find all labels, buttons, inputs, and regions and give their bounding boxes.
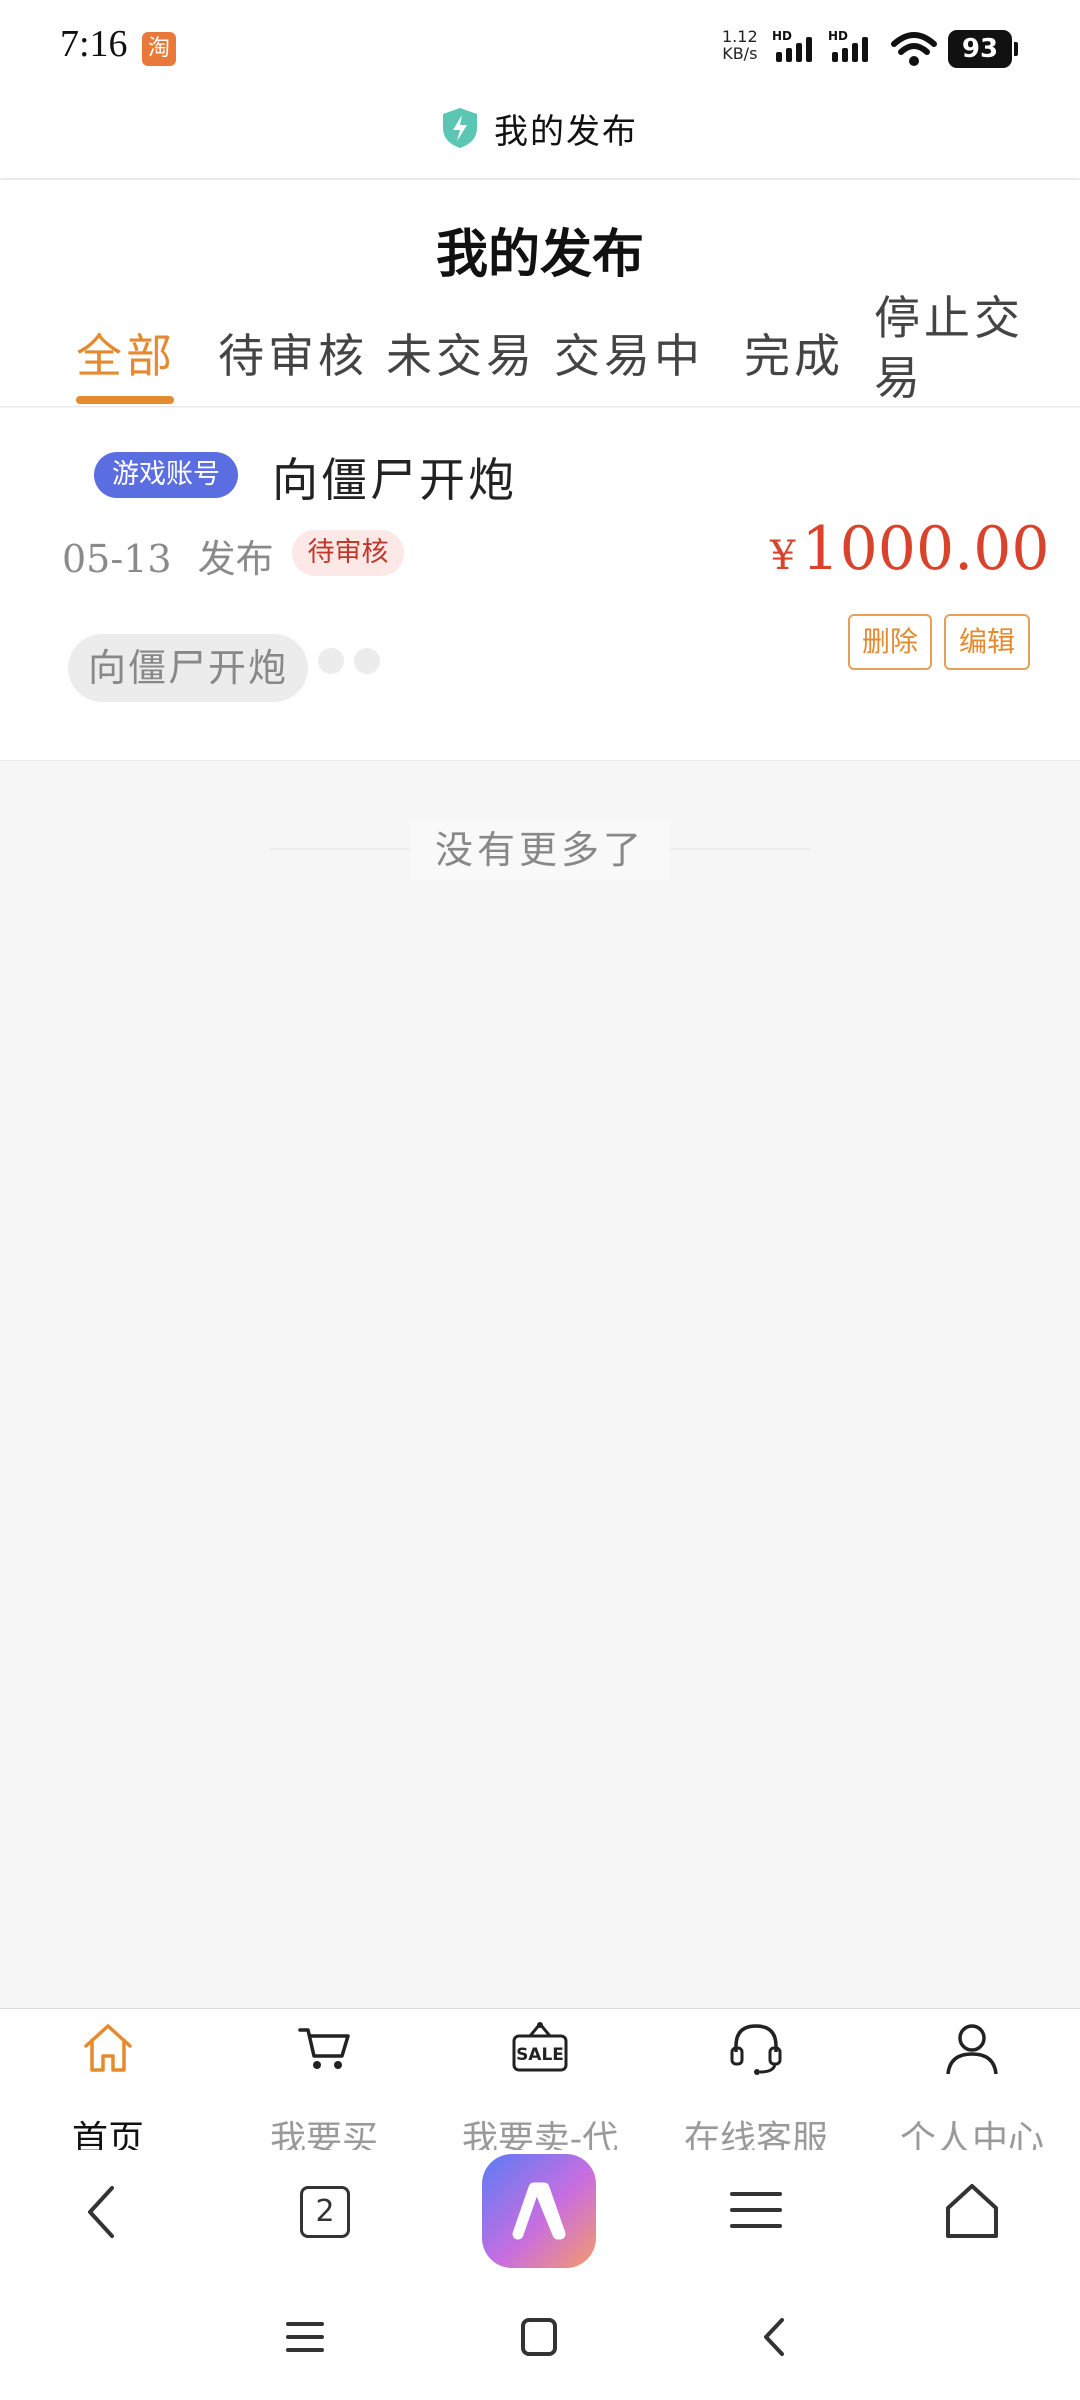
network-speed-value: 1.12 xyxy=(722,27,758,46)
divider-right xyxy=(670,848,810,850)
battery-indicator: 93 xyxy=(948,30,1018,68)
nav-home[interactable]: 首页 xyxy=(0,2018,216,2160)
wifi-icon xyxy=(891,32,937,66)
nav-sell[interactable]: SALE 我要卖-代 xyxy=(432,2018,648,2160)
network-speed: 1.12 KB/s xyxy=(722,28,758,62)
svg-text:HD: HD xyxy=(772,29,792,43)
no-more-text: 没有更多了 xyxy=(410,820,670,880)
home-icon xyxy=(84,2024,132,2072)
system-home-icon[interactable] xyxy=(504,2310,574,2364)
taobao-notification-icon: 淘 xyxy=(142,32,176,66)
listing-title: 向僵尸开炮 xyxy=(272,453,517,507)
placeholder-dot xyxy=(354,648,380,674)
tab-trading[interactable]: 交易中 xyxy=(554,320,704,386)
signal-hd-1-icon: HD xyxy=(772,29,812,62)
svg-text:SALE: SALE xyxy=(516,2045,564,2065)
system-back-icon[interactable] xyxy=(740,2310,810,2364)
browser-title-text: 我的发布 xyxy=(494,112,638,152)
listing-date: 05-13 发布 xyxy=(62,528,274,583)
network-speed-unit: KB/s xyxy=(722,44,758,63)
svg-text:HD: HD xyxy=(828,29,848,43)
nav-profile[interactable]: 个人中心 xyxy=(864,2018,1080,2160)
nav-buy[interactable]: 我要买 xyxy=(216,2018,432,2160)
tab-all[interactable]: 全部 xyxy=(76,320,176,386)
listing-date-value: 05-13 xyxy=(62,537,172,581)
tab-stopped-line1: 停止交 xyxy=(874,291,1024,345)
status-time: 7:16 xyxy=(60,23,128,65)
browser-home-icon[interactable] xyxy=(912,2170,1032,2250)
delete-button[interactable]: 删除 xyxy=(848,614,932,670)
tab-stopped[interactable]: 停止交 易 xyxy=(874,288,1024,408)
browser-back-icon[interactable] xyxy=(46,2170,166,2250)
page-title: 我的发布 xyxy=(435,225,644,285)
price-value: 1000.00 xyxy=(801,514,1050,584)
sale-tag-icon: SALE xyxy=(512,2022,568,2072)
divider-left xyxy=(270,848,410,850)
status-badge: 待审核 xyxy=(292,530,404,576)
headset-icon xyxy=(730,2024,782,2075)
ai-assistant-button[interactable] xyxy=(482,2154,596,2268)
tab-completed[interactable]: 完成 xyxy=(744,320,844,386)
cart-icon xyxy=(298,2028,350,2069)
edit-button[interactable]: 编辑 xyxy=(944,614,1030,670)
nav-support[interactable]: 在线客服 xyxy=(648,2018,864,2160)
currency-symbol: ¥ xyxy=(770,533,796,579)
ai-logo-icon xyxy=(512,2182,566,2240)
tab-not-traded[interactable]: 未交易 xyxy=(386,320,536,386)
signal-hd-2-icon: HD xyxy=(828,29,868,62)
tab-pending-review[interactable]: 待审核 xyxy=(218,320,368,386)
browser-tabs-button[interactable]: 2 xyxy=(264,2170,384,2250)
category-tag: 游戏账号 xyxy=(94,452,238,498)
placeholder-dot xyxy=(318,648,344,674)
active-tab-indicator xyxy=(76,396,174,404)
game-name-pill: 向僵尸开炮 xyxy=(68,634,308,702)
listing-price: ¥1000.00 xyxy=(770,514,1050,584)
tab-stopped-line2: 易 xyxy=(874,351,924,405)
system-recents-icon[interactable] xyxy=(270,2310,340,2364)
listing-published-label: 发布 xyxy=(197,537,274,581)
shield-bolt-icon xyxy=(443,108,477,148)
user-icon xyxy=(946,2024,998,2075)
browser-menu-icon[interactable] xyxy=(696,2170,816,2250)
tab-count: 2 xyxy=(300,2186,350,2238)
